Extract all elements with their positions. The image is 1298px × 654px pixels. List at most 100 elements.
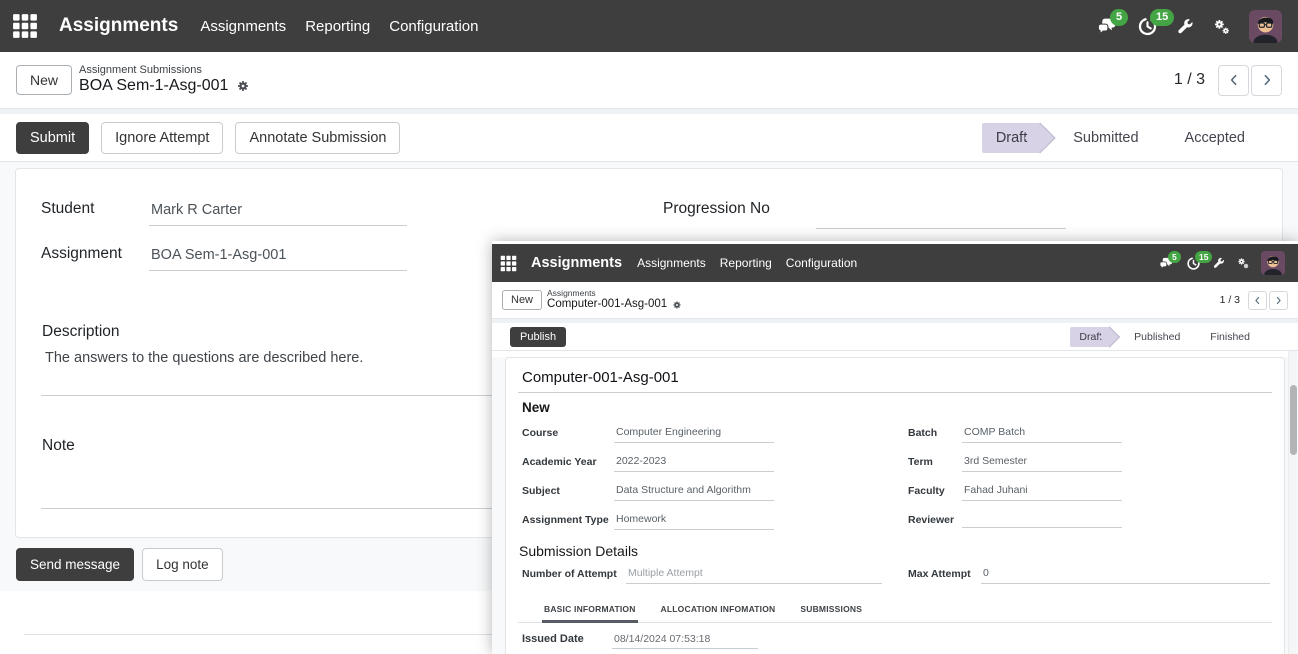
apps-grid-icon[interactable] [12, 13, 38, 39]
menu-reporting[interactable]: Reporting [305, 18, 370, 35]
app-name[interactable]: Assignments [59, 15, 178, 37]
notebook-tabs: BASIC INFORMATION ALLOCATION INFOMATION … [518, 600, 1272, 623]
reviewer-field[interactable] [962, 513, 1122, 528]
breadcrumb-parent[interactable]: Assignment Submissions [79, 64, 250, 77]
menu-assignments[interactable]: Assignments [200, 18, 286, 35]
menu-configuration[interactable]: Configuration [389, 18, 478, 35]
settings-gears-icon[interactable] [1213, 18, 1230, 35]
inner-breadcrumb: Assignments Computer-001-Asg-001 [547, 289, 682, 311]
description-label: Description [42, 323, 120, 341]
subject-label: Subject [522, 484, 614, 497]
assignment-form-sheet: Computer-001-Asg-001 New CourseComputer … [505, 357, 1285, 654]
tab-basic-information[interactable]: BASIC INFORMATION [542, 600, 638, 623]
submission-details-fields: Number of AttemptMultiple Attempt Max At… [518, 567, 1272, 584]
progression-no-label: Progression No [663, 200, 770, 218]
activities-clock-icon[interactable]: 15 [1137, 16, 1158, 37]
inner-navbar-systray: 5 15 [1159, 251, 1290, 275]
issued-date-field[interactable]: 08/14/2024 07:53:18 [612, 633, 758, 649]
inner-breadcrumb-bar: New Assignments Computer-001-Asg-001 1 /… [492, 282, 1298, 319]
course-field[interactable]: Computer Engineering [614, 426, 774, 443]
inner-main-menu: Assignments Reporting Configuration [637, 256, 857, 270]
inner-menu-assignments[interactable]: Assignments [637, 256, 706, 270]
inner-debug-wrench-icon[interactable] [1213, 257, 1225, 269]
number-of-attempt-label: Number of Attempt [522, 567, 626, 580]
inner-apps-grid-icon[interactable] [500, 255, 517, 272]
messages-badge: 5 [1110, 9, 1128, 26]
breadcrumb-current: BOA Sem-1-Asg-001 [79, 77, 228, 95]
inner-status-published[interactable]: Published [1123, 327, 1191, 347]
inner-user-avatar[interactable] [1261, 251, 1285, 275]
number-of-attempt-field[interactable]: Multiple Attempt [626, 567, 882, 584]
user-avatar[interactable] [1249, 10, 1282, 43]
tab-submissions[interactable]: SUBMISSIONS [798, 600, 864, 623]
subject-field[interactable]: Data Structure and Algorithm [614, 484, 774, 501]
inner-window: Assignments Assignments Reporting Config… [492, 241, 1298, 654]
term-field[interactable]: 3rd Semester [962, 455, 1122, 472]
max-attempt-label: Max Attempt [908, 567, 981, 580]
submission-details-heading: Submission Details [519, 543, 1272, 559]
inner-breadcrumb-current: Computer-001-Asg-001 [547, 298, 667, 311]
tab-allocation-infomation[interactable]: ALLOCATION INFOMATION [659, 600, 778, 623]
inner-content: Computer-001-Asg-001 New CourseComputer … [492, 357, 1298, 654]
assignment-type-field[interactable]: Homework [614, 513, 774, 530]
assignment-field[interactable]: BOA Sem-1-Asg-001 [149, 247, 407, 271]
assignment-label: Assignment [41, 245, 122, 263]
student-field[interactable]: Mark R Carter [149, 202, 407, 226]
progression-no-field[interactable] [816, 202, 1066, 229]
inner-status-finished[interactable]: Finished [1199, 327, 1261, 347]
course-label: Course [522, 426, 614, 439]
inner-app-name[interactable]: Assignments [531, 255, 622, 271]
batch-field[interactable]: COMP Batch [962, 426, 1122, 443]
inner-pager-next-button[interactable] [1269, 291, 1288, 310]
inner-activities-clock-icon[interactable]: 15 [1186, 256, 1201, 271]
pager-count: 1 / 3 [1174, 71, 1205, 89]
inner-new-button[interactable]: New [502, 290, 542, 310]
record-pager: 1 / 3 [1174, 65, 1282, 96]
max-attempt-field[interactable]: 0 [981, 567, 1270, 584]
academic-year-field[interactable]: 2022-2023 [614, 455, 774, 472]
chevron-right-icon [1259, 72, 1275, 88]
record-actions-gear-icon[interactable] [236, 79, 250, 93]
new-button[interactable]: New [16, 65, 72, 95]
annotate-submission-button[interactable]: Annotate Submission [235, 122, 400, 154]
academic-year-label: Academic Year [522, 455, 614, 468]
inner-pager-previous-button[interactable] [1248, 291, 1267, 310]
ignore-attempt-button[interactable]: Ignore Attempt [101, 122, 223, 154]
inner-breadcrumb-parent[interactable]: Assignments [547, 289, 682, 298]
inner-activities-badge: 15 [1195, 251, 1212, 264]
assignment-title-field[interactable]: Computer-001-Asg-001 [518, 368, 1272, 393]
screen: Assignments Assignments Reporting Config… [0, 0, 1298, 654]
faculty-field[interactable]: Fahad Juhani [962, 484, 1122, 501]
inner-menu-configuration[interactable]: Configuration [786, 256, 857, 270]
publish-button[interactable]: Publish [510, 327, 566, 347]
submit-button[interactable]: Submit [16, 122, 89, 154]
chevron-right-icon [1273, 295, 1284, 306]
inner-messages-icon[interactable]: 5 [1159, 256, 1174, 271]
note-label: Note [42, 437, 75, 455]
status-submitted[interactable]: Submitted [1058, 123, 1153, 153]
reviewer-label: Reviewer [908, 513, 962, 526]
outer-breadcrumb-bar: New Assignment Submissions BOA Sem-1-Asg… [0, 52, 1298, 109]
inner-scrollbar-thumb[interactable] [1290, 385, 1297, 455]
assignment-type-label: Assignment Type [522, 513, 614, 526]
batch-label: Batch [908, 426, 962, 439]
inner-pager-count: 1 / 3 [1220, 294, 1240, 306]
log-note-button[interactable]: Log note [142, 548, 223, 581]
outer-navbar-systray: 5 15 [1097, 10, 1288, 43]
pager-previous-button[interactable] [1218, 65, 1249, 96]
assignment-subtitle: New [522, 400, 1272, 415]
messages-icon[interactable]: 5 [1097, 16, 1118, 37]
inner-status-draft[interactable]: Draft [1070, 327, 1110, 347]
inner-settings-gears-icon[interactable] [1237, 257, 1249, 269]
inner-record-actions-gear-icon[interactable] [672, 300, 682, 310]
inner-top-navbar: Assignments Assignments Reporting Config… [492, 244, 1298, 282]
status-draft[interactable]: Draft [982, 123, 1040, 153]
send-message-button[interactable]: Send message [16, 548, 134, 581]
inner-scrollbar-track[interactable] [1288, 351, 1297, 654]
inner-record-pager: 1 / 3 [1220, 291, 1288, 310]
inner-menu-reporting[interactable]: Reporting [720, 256, 772, 270]
pager-next-button[interactable] [1251, 65, 1282, 96]
status-accepted[interactable]: Accepted [1170, 123, 1260, 153]
inner-status-bar: Draft Published Finished [1070, 327, 1280, 347]
debug-wrench-icon[interactable] [1177, 18, 1194, 35]
